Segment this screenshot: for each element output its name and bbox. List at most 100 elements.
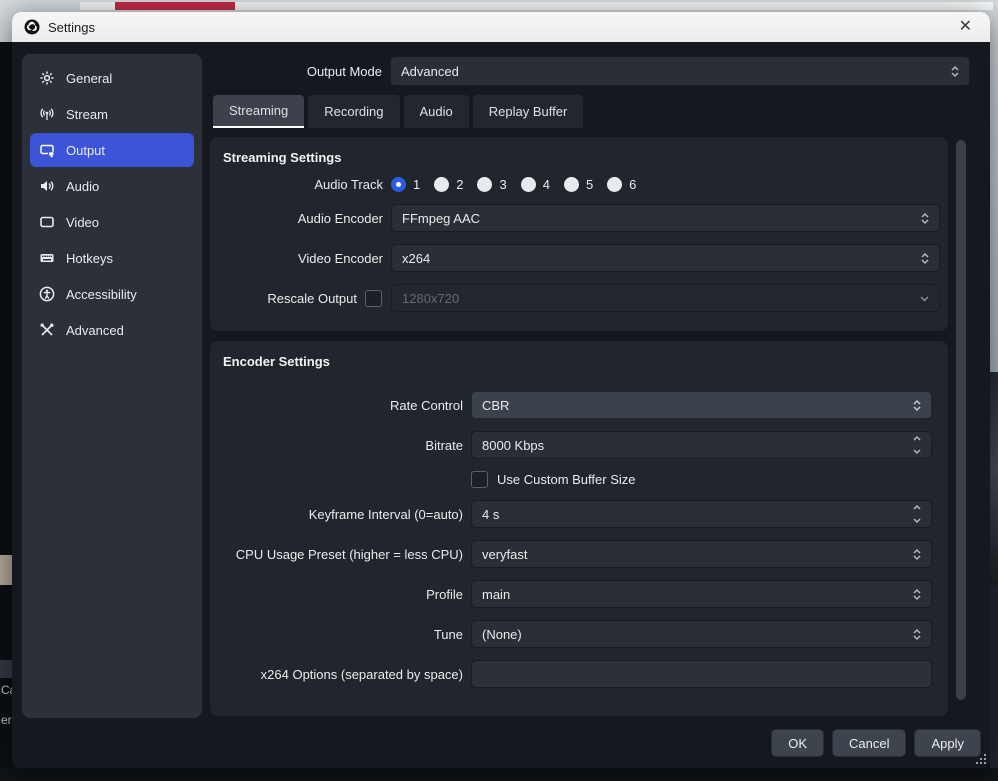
- audio-track-option-6[interactable]: 6: [607, 177, 636, 192]
- sidebar-item-general[interactable]: General: [30, 61, 194, 95]
- sidebar-item-audio[interactable]: Audio: [30, 169, 194, 203]
- audio-encoder-value: FFmpeg AAC: [402, 211, 480, 226]
- output-mode-label: Output Mode: [212, 64, 382, 79]
- tune-select[interactable]: (None): [471, 620, 932, 648]
- radio-icon[interactable]: [477, 177, 492, 192]
- ok-button[interactable]: OK: [771, 729, 824, 757]
- radio-selected-icon[interactable]: [391, 177, 406, 192]
- rescale-output-checkbox[interactable]: [365, 290, 382, 307]
- keyframe-interval-value: 4 s: [482, 507, 499, 522]
- tab-recording[interactable]: Recording: [308, 95, 399, 128]
- radio-icon[interactable]: [434, 177, 449, 192]
- radio-icon[interactable]: [607, 177, 622, 192]
- spin-arrows-icon[interactable]: [905, 432, 929, 458]
- tab-label: Recording: [324, 104, 383, 119]
- audio-track-option-4[interactable]: 4: [521, 177, 550, 192]
- radio-label: 6: [629, 177, 636, 192]
- sidebar-item-label: Output: [66, 143, 105, 158]
- audio-track-option-5[interactable]: 5: [564, 177, 593, 192]
- audio-encoder-select[interactable]: FFmpeg AAC: [391, 204, 940, 232]
- chevron-updown-icon: [943, 65, 967, 78]
- background-preview-image: [990, 372, 998, 585]
- background-text-fragment: Ca: [1, 683, 12, 697]
- spin-arrows-icon[interactable]: [905, 501, 929, 527]
- audio-track-option-1[interactable]: 1: [391, 177, 420, 192]
- gear-icon: [39, 70, 55, 86]
- sidebar-item-advanced[interactable]: Advanced: [30, 313, 194, 347]
- sidebar-item-label: Video: [66, 215, 99, 230]
- rate-control-value: CBR: [482, 398, 509, 413]
- keyframe-interval-spinbox[interactable]: 4 s: [471, 500, 932, 528]
- section-heading: Encoder Settings: [223, 354, 940, 369]
- sidebar-item-hotkeys[interactable]: Hotkeys: [30, 241, 194, 275]
- sidebar-item-video[interactable]: Video: [30, 205, 194, 239]
- background-bottom-strip: [0, 768, 998, 781]
- background-thumbnail: [0, 555, 12, 585]
- audio-track-label: Audio Track: [221, 177, 383, 192]
- audio-encoder-row: Audio Encoder FFmpeg AAC: [221, 204, 940, 232]
- tab-streaming[interactable]: Streaming: [213, 95, 304, 128]
- rate-control-label: Rate Control: [221, 398, 463, 413]
- bitrate-value: 8000 Kbps: [482, 438, 544, 453]
- sidebar-item-label: Stream: [66, 107, 108, 122]
- chevron-updown-icon: [905, 399, 929, 412]
- bitrate-spinbox[interactable]: 8000 Kbps: [471, 431, 932, 459]
- output-icon: [39, 142, 55, 158]
- tune-row: Tune (None): [221, 620, 940, 648]
- custom-buffer-row: Use Custom Buffer Size: [221, 471, 940, 488]
- sidebar-item-label: Advanced: [66, 323, 124, 338]
- title-bar[interactable]: Settings ✕: [12, 12, 990, 42]
- radio-icon[interactable]: [564, 177, 579, 192]
- content-scrollbar[interactable]: [956, 140, 966, 700]
- sidebar-item-label: Audio: [66, 179, 99, 194]
- background-text-fragment: er: [1, 713, 12, 727]
- sidebar-item-output[interactable]: Output: [30, 133, 194, 167]
- apply-button[interactable]: Apply: [914, 729, 981, 757]
- audio-encoder-label: Audio Encoder: [221, 211, 383, 226]
- bitrate-label: Bitrate: [221, 438, 463, 453]
- tune-label: Tune: [221, 627, 463, 642]
- background-red-bar: [115, 2, 235, 10]
- radio-icon[interactable]: [521, 177, 536, 192]
- tab-label: Replay Buffer: [489, 104, 568, 119]
- audio-track-option-2[interactable]: 2: [434, 177, 463, 192]
- chevron-down-icon: [912, 295, 937, 302]
- sidebar-item-accessibility[interactable]: Accessibility: [30, 277, 194, 311]
- tab-audio[interactable]: Audio: [404, 95, 469, 128]
- window-title: Settings: [48, 20, 95, 35]
- rescale-output-row: Rescale Output 1280x720: [221, 284, 940, 312]
- radio-label: 4: [543, 177, 550, 192]
- output-mode-select[interactable]: Advanced: [390, 56, 970, 86]
- tab-replay-buffer[interactable]: Replay Buffer: [473, 95, 584, 128]
- audio-track-radio-group: 1 2 3 4 5 6: [391, 177, 636, 192]
- cpu-preset-select[interactable]: veryfast: [471, 540, 932, 568]
- custom-buffer-checkbox[interactable]: [471, 471, 488, 488]
- cpu-preset-value: veryfast: [482, 547, 528, 562]
- background-right-strip: [990, 585, 998, 781]
- profile-value: main: [482, 587, 510, 602]
- radio-label: 3: [499, 177, 506, 192]
- cpu-preset-row: CPU Usage Preset (higher = less CPU) ver…: [221, 540, 940, 568]
- video-encoder-select[interactable]: x264: [391, 244, 940, 272]
- chevron-updown-icon: [905, 628, 929, 641]
- profile-select[interactable]: main: [471, 580, 932, 608]
- profile-row: Profile main: [221, 580, 940, 608]
- rate-control-select[interactable]: CBR: [471, 391, 932, 419]
- cancel-button[interactable]: Cancel: [832, 729, 906, 757]
- dialog-footer: OK Cancel Apply: [771, 729, 981, 757]
- radio-label: 1: [413, 177, 420, 192]
- encoder-settings-panel: Encoder Settings Rate Control CBR Bitrat…: [210, 341, 948, 716]
- sidebar-item-label: Hotkeys: [66, 251, 113, 266]
- bitrate-row: Bitrate 8000 Kbps: [221, 431, 940, 459]
- tab-label: Streaming: [229, 103, 288, 118]
- rescale-resolution-select[interactable]: 1280x720: [391, 284, 940, 312]
- close-icon[interactable]: ✕: [953, 17, 978, 37]
- custom-buffer-label: Use Custom Buffer Size: [497, 472, 635, 487]
- chevron-updown-icon: [905, 548, 929, 561]
- x264-options-input[interactable]: [482, 667, 929, 682]
- resize-grip[interactable]: [974, 752, 986, 764]
- sidebar-item-stream[interactable]: Stream: [30, 97, 194, 131]
- audio-track-option-3[interactable]: 3: [477, 177, 506, 192]
- rate-control-row: Rate Control CBR: [221, 391, 940, 419]
- obs-logo-icon: [24, 19, 40, 35]
